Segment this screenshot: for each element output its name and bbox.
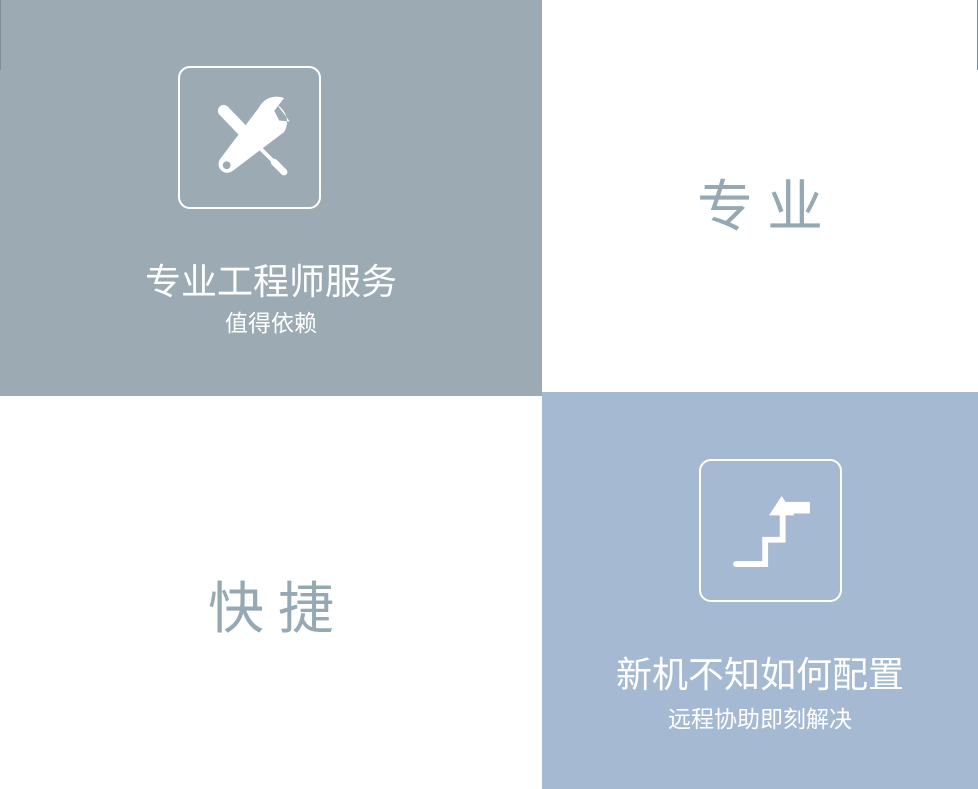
engineer-service-tile[interactable]: 专业工程师服务 值得依赖 [0, 0, 542, 396]
fast-label: 快捷 [208, 577, 348, 642]
fast-tile: 快捷 [0, 396, 542, 789]
professional-tile: 专业 [542, 0, 978, 392]
engineer-service-title: 专业工程师服务 [144, 262, 397, 303]
engineer-service-subtitle: 值得依赖 [225, 311, 317, 337]
remote-assist-tile[interactable]: 新机不知如何配置 远程协助即刻解决 [542, 392, 978, 789]
stairs-arrow-up-icon [699, 459, 842, 602]
wrench-screwdriver-icon [178, 66, 321, 209]
edge-line [0, 0, 1, 70]
remote-assist-subtitle: 远程协助即刻解决 [668, 707, 852, 733]
professional-label: 专业 [697, 175, 837, 240]
remote-assist-title: 新机不知如何配置 [615, 655, 904, 696]
